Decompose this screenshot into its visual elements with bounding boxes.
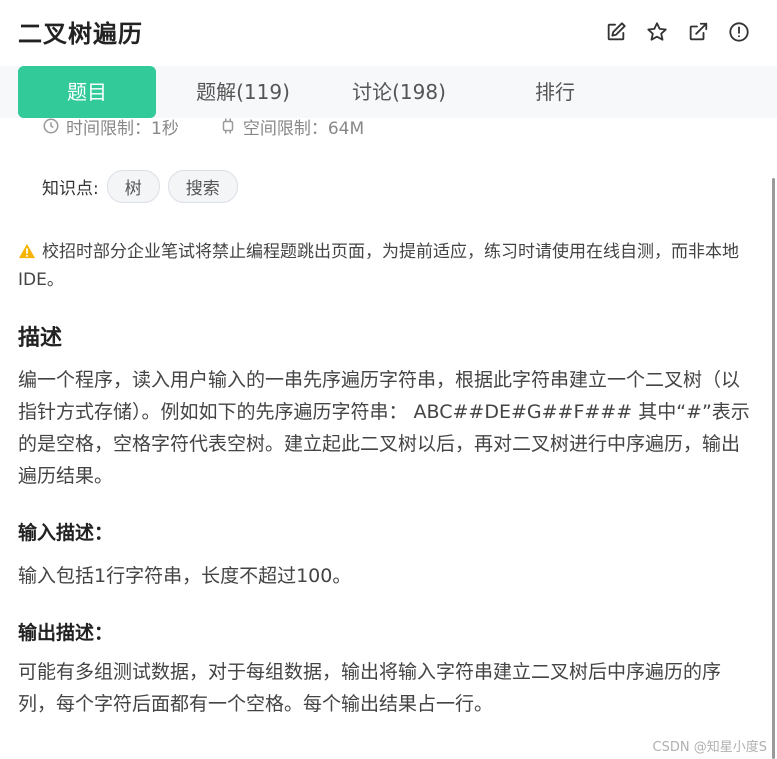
description-heading: 描述 — [18, 326, 63, 351]
tag-search[interactable]: 搜索 — [167, 170, 238, 203]
tab-ranking[interactable]: 排行 — [486, 66, 624, 118]
tag-tree[interactable]: 树 — [106, 170, 160, 203]
header: 二叉树遍历 — [0, 0, 777, 66]
knowledge-points: 知识点: 树 搜索 — [42, 170, 238, 203]
warning-text: 校招时部分企业笔试将禁止编程题跳出页面，为提前适应，练习时请使用在线自测，而非本… — [18, 242, 739, 290]
limits-row: 时间限制：1秒 空间限制：64M — [42, 118, 364, 139]
chip-icon — [222, 118, 234, 134]
warning-icon — [19, 243, 35, 259]
header-toolbar — [604, 20, 751, 44]
output-text: 可能有多组测试数据，对于每组数据，输出将输入字符串建立二叉树后中序遍历的序列，每… — [18, 661, 722, 715]
tab-bar: 题目 题解(119) 讨论(198) 排行 — [0, 66, 777, 118]
time-limit-text: 时间限制：1秒 — [66, 118, 179, 139]
output-heading: 输出描述： — [18, 622, 114, 644]
memory-limit-text: 空间限制：64M — [242, 118, 365, 139]
info-icon[interactable] — [727, 20, 751, 44]
page-title: 二叉树遍历 — [18, 20, 143, 48]
tab-discussion[interactable]: 讨论(198) — [330, 66, 468, 118]
input-heading: 输入描述： — [18, 522, 114, 544]
description-text: 编一个程序，读入用户输入的一串先序遍历字符串，根据此字符串建立一个二叉树（以指针… — [18, 369, 750, 487]
knowledge-label: 知识点: — [42, 179, 99, 199]
watermark: CSDN @知星小度S — [652, 740, 767, 755]
tab-problem[interactable]: 题目 — [18, 66, 156, 118]
scrollbar[interactable] — [772, 178, 775, 759]
tab-solutions[interactable]: 题解(119) — [172, 66, 314, 118]
input-text: 输入包括1行字符串，长度不超过100。 — [18, 565, 352, 587]
memory-limit: 空间限制：64M — [219, 118, 364, 139]
star-icon[interactable] — [645, 20, 669, 44]
external-link-icon[interactable] — [686, 20, 710, 44]
edit-icon[interactable] — [604, 20, 628, 44]
time-limit: 时间限制：1秒 — [42, 118, 179, 139]
clock-icon — [43, 118, 59, 134]
warning-notice: 校招时部分企业笔试将禁止编程题跳出页面，为提前适应，练习时请使用在线自测，而非本… — [18, 238, 758, 294]
problem-content[interactable]: 时间限制：1秒 空间限制：64M 知识点: 树 搜索 校招时部分企业笔试将禁止编… — [0, 118, 767, 759]
